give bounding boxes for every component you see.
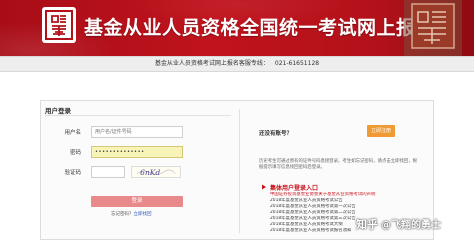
login-panel-title: 用户登录 bbox=[45, 107, 71, 115]
password-input[interactable]: •••••••••••••• bbox=[91, 146, 183, 158]
captcha-input[interactable] bbox=[91, 166, 125, 178]
hotline-number: 021-61651128 bbox=[274, 60, 320, 67]
username-label: 用户名 bbox=[64, 130, 81, 136]
group-user-login-link[interactable]: 集体用户登录入口 bbox=[270, 183, 318, 192]
register-question: 还没有账号？ bbox=[259, 131, 293, 137]
watermark: 知乎 @飞翔的勇士 bbox=[356, 216, 441, 232]
forgot-password-text: 忘记密码？ bbox=[111, 212, 134, 217]
header-banner: 基金从业人员资格全国统一考试网上报名 bbox=[0, 0, 474, 56]
captcha-image[interactable]: 6nKd bbox=[131, 166, 181, 178]
red-seal-icon bbox=[404, 0, 462, 56]
register-button[interactable]: 立即注册 bbox=[367, 125, 395, 137]
logo-emblem-icon bbox=[42, 7, 76, 43]
login-title-divider bbox=[45, 115, 231, 116]
watermark-handle: @飞翔的勇士 bbox=[381, 220, 441, 231]
forgot-password-row: 忘记密码？立即找回 bbox=[111, 211, 152, 217]
captcha-label: 验证码 bbox=[64, 170, 81, 176]
password-label: 密码 bbox=[69, 150, 81, 156]
login-notes: 历史考生可通过原有的证件号码直接登录。考生如忘记密码，请点击立即找回，根据提示填… bbox=[259, 159, 418, 170]
captcha-text: 6nKd bbox=[140, 168, 160, 177]
hotline-label: 基金从业人员资格考试网上报名客服专线： bbox=[154, 60, 269, 67]
recover-password-link[interactable]: 立即找回 bbox=[134, 212, 152, 217]
username-input[interactable] bbox=[91, 126, 183, 138]
panel-divider bbox=[239, 109, 240, 233]
page-title: 基金从业人员资格全国统一考试网上报名 bbox=[84, 17, 436, 39]
login-button[interactable]: 登录 bbox=[91, 196, 183, 207]
watermark-logo: 知乎 bbox=[356, 218, 378, 231]
service-hotline-bar: 基金从业人员资格考试网上报名客服专线： 021-61651128 bbox=[0, 56, 474, 72]
red-arrow-icon bbox=[262, 184, 266, 190]
